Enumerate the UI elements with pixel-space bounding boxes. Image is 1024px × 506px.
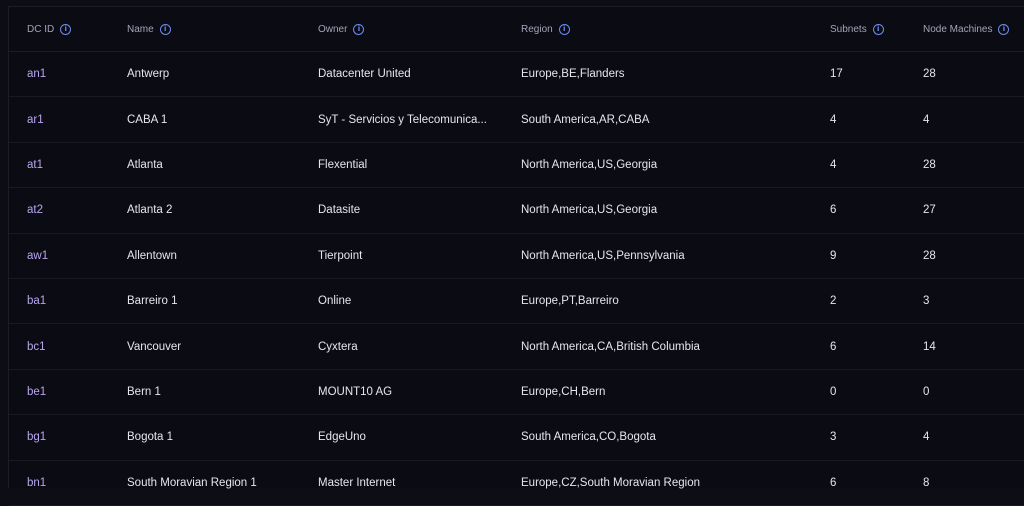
dc-id-cell[interactable]: bg1 (9, 414, 127, 461)
dc-id-cell[interactable]: at2 (9, 187, 127, 234)
region-cell: Europe,CH,Bern (521, 369, 830, 416)
column-header-label: Region (521, 23, 553, 35)
column-header-label: Name (127, 23, 154, 35)
region-cell: North America,CA,British Columbia (521, 323, 830, 370)
info-icon[interactable]: i (159, 23, 171, 35)
column-header-label: Node Machines (923, 23, 993, 35)
table-row[interactable]: be1 Bern 1 MOUNT10 AG Europe,CH,Bern 0 0 (9, 369, 1024, 416)
node-machines-cell: 28 (923, 233, 1024, 279)
column-header-node-machines[interactable]: Node Machines i (923, 7, 1024, 52)
info-icon[interactable]: i (60, 23, 72, 35)
column-header-subnets[interactable]: Subnets i (830, 7, 923, 52)
dc-id-cell[interactable]: bc1 (9, 323, 127, 370)
name-cell: Barreiro 1 (127, 278, 318, 325)
dc-id-cell[interactable]: be1 (9, 369, 127, 416)
owner-cell: Online (318, 278, 521, 325)
dc-id-cell[interactable]: bn1 (9, 460, 127, 506)
info-icon[interactable]: i (558, 23, 570, 35)
dc-id-cell[interactable]: ar1 (9, 96, 127, 143)
table-row[interactable]: bg1 Bogota 1 EdgeUno South America,CO,Bo… (9, 414, 1024, 461)
name-cell: South Moravian Region 1 (127, 460, 318, 506)
node-machines-cell: 4 (923, 96, 1024, 143)
owner-cell: MOUNT10 AG (318, 369, 521, 416)
table-row[interactable]: bn1 South Moravian Region 1 Master Inter… (9, 460, 1024, 506)
region-cell: North America,US,Georgia (521, 187, 830, 234)
node-machines-cell: 27 (923, 187, 1024, 234)
column-header-dc-id[interactable]: DC ID i (9, 7, 127, 52)
table-row[interactable]: at2 Atlanta 2 Datasite North America,US,… (9, 187, 1024, 234)
subnets-cell: 17 (830, 51, 923, 98)
datacenters-table: DC ID i Name i Owner i Region i Subnets … (9, 7, 1024, 506)
region-cell: Europe,BE,Flanders (521, 51, 830, 98)
column-header-name[interactable]: Name i (127, 7, 318, 52)
owner-cell: Tierpoint (318, 233, 521, 279)
dc-id-cell[interactable]: aw1 (9, 233, 127, 279)
node-machines-cell: 28 (923, 142, 1024, 189)
subnets-cell: 0 (830, 369, 923, 416)
subnets-cell: 6 (830, 187, 923, 234)
owner-cell: Cyxtera (318, 323, 521, 370)
table-row[interactable]: ar1 CABA 1 SyT - Servicios y Telecomunic… (9, 96, 1024, 143)
region-cell: Europe,CZ,South Moravian Region (521, 460, 830, 506)
table-header: DC ID i Name i Owner i Region i Subnets … (9, 7, 1024, 52)
table-row[interactable]: aw1 Allentown Tierpoint North America,US… (9, 233, 1024, 279)
region-cell: Europe,PT,Barreiro (521, 278, 830, 325)
dc-id-cell[interactable]: an1 (9, 51, 127, 98)
owner-cell: EdgeUno (318, 414, 521, 461)
owner-cell: Master Internet (318, 460, 521, 506)
table-body: an1 Antwerp Datacenter United Europe,BE,… (9, 51, 1024, 506)
subnets-cell: 6 (830, 460, 923, 506)
owner-cell: Flexential (318, 142, 521, 189)
subnets-cell: 2 (830, 278, 923, 325)
name-cell: Vancouver (127, 323, 318, 370)
name-cell: CABA 1 (127, 96, 318, 143)
owner-cell: Datacenter United (318, 51, 521, 98)
owner-cell: SyT - Servicios y Telecomunica... (318, 96, 521, 143)
node-machines-cell: 3 (923, 278, 1024, 325)
datacenters-table-container: DC ID i Name i Owner i Region i Subnets … (8, 6, 1024, 506)
info-icon[interactable]: i (353, 23, 365, 35)
column-header-label: DC ID (27, 23, 55, 35)
name-cell: Bogota 1 (127, 414, 318, 461)
node-machines-cell: 14 (923, 323, 1024, 370)
info-icon[interactable]: i (872, 23, 884, 35)
region-cell: North America,US,Pennsylvania (521, 233, 830, 279)
table-row[interactable]: ba1 Barreiro 1 Online Europe,PT,Barreiro… (9, 278, 1024, 325)
table-row[interactable]: at1 Atlanta Flexential North America,US,… (9, 142, 1024, 189)
region-cell: South America,AR,CABA (521, 96, 830, 143)
region-cell: South America,CO,Bogota (521, 414, 830, 461)
subnets-cell: 4 (830, 142, 923, 189)
column-header-region[interactable]: Region i (521, 7, 830, 52)
dc-id-cell[interactable]: at1 (9, 142, 127, 189)
node-machines-cell: 0 (923, 369, 1024, 416)
name-cell: Antwerp (127, 51, 318, 98)
subnets-cell: 4 (830, 96, 923, 143)
owner-cell: Datasite (318, 187, 521, 234)
column-header-label: Subnets (830, 23, 867, 35)
dc-id-cell[interactable]: ba1 (9, 278, 127, 325)
name-cell: Allentown (127, 233, 318, 279)
table-row[interactable]: bc1 Vancouver Cyxtera North America,CA,B… (9, 323, 1024, 370)
subnets-cell: 3 (830, 414, 923, 461)
subnets-cell: 9 (830, 233, 923, 279)
subnets-cell: 6 (830, 323, 923, 370)
name-cell: Atlanta 2 (127, 187, 318, 234)
name-cell: Atlanta (127, 142, 318, 189)
table-header-row: DC ID i Name i Owner i Region i Subnets … (9, 7, 1024, 52)
name-cell: Bern 1 (127, 369, 318, 416)
region-cell: North America,US,Georgia (521, 142, 830, 189)
info-icon[interactable]: i (998, 23, 1010, 35)
table-row[interactable]: an1 Antwerp Datacenter United Europe,BE,… (9, 51, 1024, 98)
node-machines-cell: 28 (923, 51, 1024, 98)
node-machines-cell: 4 (923, 414, 1024, 461)
column-header-owner[interactable]: Owner i (318, 7, 521, 52)
node-machines-cell: 8 (923, 460, 1024, 506)
column-header-label: Owner (318, 23, 348, 35)
